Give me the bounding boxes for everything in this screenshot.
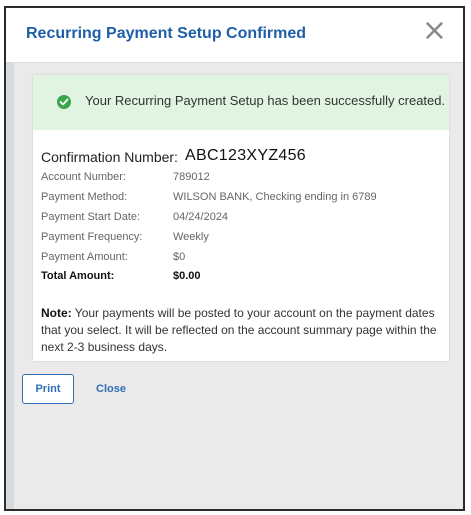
dialog-title: Recurring Payment Setup Confirmed [26, 25, 307, 42]
payment-start-date-value: 04/24/2024 [173, 211, 229, 223]
background-strip [6, 8, 14, 509]
confirmation-card: Your Recurring Payment Setup has been su… [33, 75, 449, 361]
payment-amount-value: $0 [173, 251, 186, 263]
check-circle-icon [57, 95, 71, 109]
note-body: Your payments will be posted to your acc… [41, 306, 437, 354]
confirmation-number-value: ABC123XYZ456 [185, 147, 307, 164]
close-icon[interactable]: × [422, 16, 447, 46]
total-amount-value: $0.00 [173, 270, 201, 282]
dialog-header: Recurring Payment Setup Confirmed × [6, 8, 463, 63]
payment-frequency-value: Weekly [173, 231, 209, 243]
payment-method-value: WILSON BANK, Checking ending in 6789 [173, 191, 377, 203]
note-text: Note: Your payments will be posted to yo… [41, 305, 445, 356]
payment-method-label: Payment Method: [41, 191, 128, 203]
account-number-value: 789012 [173, 171, 210, 183]
payment-start-date-label: Payment Start Date: [41, 211, 141, 223]
dialog-frame: Recurring Payment Setup Confirmed × Your… [4, 6, 465, 511]
success-message: Your Recurring Payment Setup has been su… [85, 93, 446, 108]
note-prefix: Note: [41, 306, 72, 320]
confirmation-number-label: Confirmation Number: [41, 149, 178, 165]
payment-amount-label: Payment Amount: [41, 251, 128, 263]
print-button[interactable]: Print [22, 374, 74, 404]
account-number-label: Account Number: [41, 171, 126, 183]
total-amount-label: Total Amount: [41, 270, 115, 282]
payment-frequency-label: Payment Frequency: [41, 231, 143, 243]
success-banner: Your Recurring Payment Setup has been su… [33, 75, 449, 130]
close-link[interactable]: Close [96, 383, 126, 395]
